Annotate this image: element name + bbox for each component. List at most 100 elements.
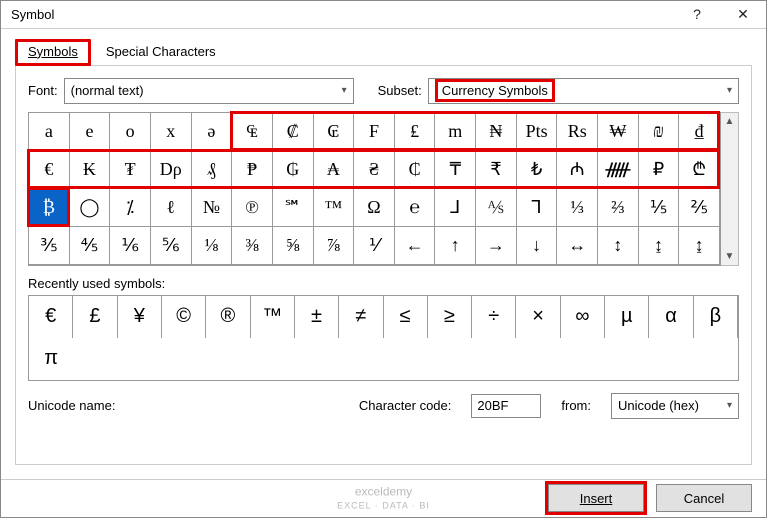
- symbol-cell[interactable]: ₡: [273, 113, 314, 151]
- recent-symbol-cell[interactable]: π: [29, 338, 73, 380]
- symbol-cell[interactable]: ⅛: [192, 227, 233, 265]
- symbol-cell[interactable]: ⅂: [517, 189, 558, 227]
- symbol-cell[interactable]: ₵: [395, 151, 436, 189]
- cancel-button[interactable]: Cancel: [656, 484, 752, 512]
- symbol-cell[interactable]: ⅝: [273, 227, 314, 265]
- insert-button[interactable]: Insert: [548, 484, 644, 512]
- symbol-cell[interactable]: ←: [395, 227, 436, 265]
- symbol-cell[interactable]: №: [192, 189, 233, 227]
- symbol-cell[interactable]: ₾: [679, 151, 720, 189]
- symbol-cell[interactable]: ⅞: [314, 227, 355, 265]
- symbol-cell[interactable]: ⁒: [110, 189, 151, 227]
- charcode-input[interactable]: 20BF: [471, 394, 541, 418]
- symbol-cell[interactable]: Dρ: [151, 151, 192, 189]
- tab-special-characters[interactable]: Special Characters: [93, 39, 229, 66]
- symbol-cell[interactable]: ⅔: [598, 189, 639, 227]
- recent-symbol-cell[interactable]: ™: [251, 296, 295, 338]
- symbol-cell[interactable]: Rs: [557, 113, 598, 151]
- from-combo[interactable]: Unicode (hex) ▾: [611, 393, 739, 419]
- grid-scrollbar[interactable]: ▲ ▼: [721, 112, 739, 266]
- tab-content: Font: (normal text) ▾ Subset: Currency S…: [15, 65, 752, 465]
- symbol-cell[interactable]: ⅙: [110, 227, 151, 265]
- scroll-down-icon[interactable]: ▼: [725, 251, 735, 262]
- recent-symbol-cell[interactable]: ±: [295, 296, 339, 338]
- symbol-cell[interactable]: o: [110, 113, 151, 151]
- symbol-cell[interactable]: ₰: [192, 151, 233, 189]
- symbol-cell[interactable]: ₪: [639, 113, 680, 151]
- recent-symbol-cell[interactable]: ÷: [472, 296, 516, 338]
- symbol-cell[interactable]: ₿: [29, 189, 70, 227]
- symbol-cell[interactable]: ₽: [639, 151, 680, 189]
- symbol-cell[interactable]: ↓: [517, 227, 558, 265]
- symbol-cell[interactable]: Pts: [517, 113, 558, 151]
- symbol-cell[interactable]: ⅜: [232, 227, 273, 265]
- symbol-cell[interactable]: ₠: [232, 113, 273, 151]
- symbol-cell[interactable]: ⅓: [557, 189, 598, 227]
- symbol-cell[interactable]: a: [29, 113, 70, 151]
- recent-symbol-cell[interactable]: µ: [605, 296, 649, 338]
- symbol-cell[interactable]: ↑: [435, 227, 476, 265]
- symbol-cell[interactable]: ₫: [679, 113, 720, 151]
- symbol-cell[interactable]: ⅍: [476, 189, 517, 227]
- recent-symbol-cell[interactable]: ¥: [118, 296, 162, 338]
- recent-symbol-cell[interactable]: £: [73, 296, 117, 338]
- recent-symbol-cell[interactable]: ×: [516, 296, 560, 338]
- symbol-cell[interactable]: ↕: [598, 227, 639, 265]
- symbol-cell[interactable]: ₤: [395, 113, 436, 151]
- symbol-cell[interactable]: Ω: [354, 189, 395, 227]
- symbol-cell[interactable]: →: [476, 227, 517, 265]
- symbol-cell[interactable]: ℠: [273, 189, 314, 227]
- symbol-cell[interactable]: ₳: [314, 151, 355, 189]
- scroll-up-icon[interactable]: ▲: [725, 116, 735, 127]
- symbol-cell[interactable]: ⅕: [639, 189, 680, 227]
- symbol-cell[interactable]: ᚏ: [598, 151, 639, 189]
- symbol-cell[interactable]: ₱: [232, 151, 273, 189]
- symbol-cell[interactable]: ⅗: [29, 227, 70, 265]
- symbol-cell[interactable]: ↨: [679, 227, 720, 265]
- recent-symbol-cell[interactable]: ≠: [339, 296, 383, 338]
- symbol-cell[interactable]: ⅘: [70, 227, 111, 265]
- symbol-cell[interactable]: ◯: [70, 189, 111, 227]
- tab-symbols[interactable]: Symbols: [15, 39, 91, 66]
- symbol-cell[interactable]: ⅃: [435, 189, 476, 227]
- recent-symbol-cell[interactable]: α: [649, 296, 693, 338]
- recent-symbol-cell[interactable]: ≤: [384, 296, 428, 338]
- recent-symbol-cell[interactable]: β: [694, 296, 738, 338]
- symbol-cell[interactable]: ₩: [598, 113, 639, 151]
- recent-symbol-cell[interactable]: ≥: [428, 296, 472, 338]
- recent-symbol-cell[interactable]: ®: [206, 296, 250, 338]
- recent-symbol-cell[interactable]: ©: [162, 296, 206, 338]
- symbol-cell[interactable]: ₼: [557, 151, 598, 189]
- symbol-cell[interactable]: ₴: [354, 151, 395, 189]
- symbol-cell[interactable]: ₢: [314, 113, 355, 151]
- help-button[interactable]: ?: [674, 1, 720, 28]
- symbol-cell[interactable]: x: [151, 113, 192, 151]
- symbol-cell[interactable]: ⅖: [679, 189, 720, 227]
- symbol-cell[interactable]: ə: [192, 113, 233, 151]
- symbol-cell[interactable]: ₲: [273, 151, 314, 189]
- symbol-cell[interactable]: ⅚: [151, 227, 192, 265]
- close-button[interactable]: ✕: [720, 1, 766, 28]
- symbol-cell[interactable]: ₸: [435, 151, 476, 189]
- symbol-grid-wrap: aeoxə₠₡₢F₤m₦PtsRs₩₪₫ €₭₮Dρ₰₱₲₳₴₵₸₹₺₼ᚏ₽₾ ₿◯…: [28, 112, 739, 266]
- subset-combo[interactable]: Currency Symbols ▾: [428, 78, 739, 104]
- symbol-cell[interactable]: m: [435, 113, 476, 151]
- font-combo[interactable]: (normal text) ▾: [64, 78, 354, 104]
- symbol-cell[interactable]: F: [354, 113, 395, 151]
- recent-symbol-cell[interactable]: €: [29, 296, 73, 338]
- symbol-cell[interactable]: ⅟: [354, 227, 395, 265]
- symbol-cell[interactable]: ℗: [232, 189, 273, 227]
- symbol-cell[interactable]: ₭: [70, 151, 111, 189]
- symbol-cell[interactable]: ₮: [110, 151, 151, 189]
- symbol-cell[interactable]: ↨: [639, 227, 680, 265]
- recent-symbol-cell[interactable]: ∞: [561, 296, 605, 338]
- symbol-cell[interactable]: €: [29, 151, 70, 189]
- symbol-cell[interactable]: ℓ: [151, 189, 192, 227]
- symbol-cell[interactable]: ™: [314, 189, 355, 227]
- symbol-cell[interactable]: ₹: [476, 151, 517, 189]
- symbol-cell[interactable]: ℮: [395, 189, 436, 227]
- symbol-cell[interactable]: ↔: [557, 227, 598, 265]
- symbol-cell[interactable]: ₦: [476, 113, 517, 151]
- symbol-cell[interactable]: ₺: [517, 151, 558, 189]
- symbol-cell[interactable]: e: [70, 113, 111, 151]
